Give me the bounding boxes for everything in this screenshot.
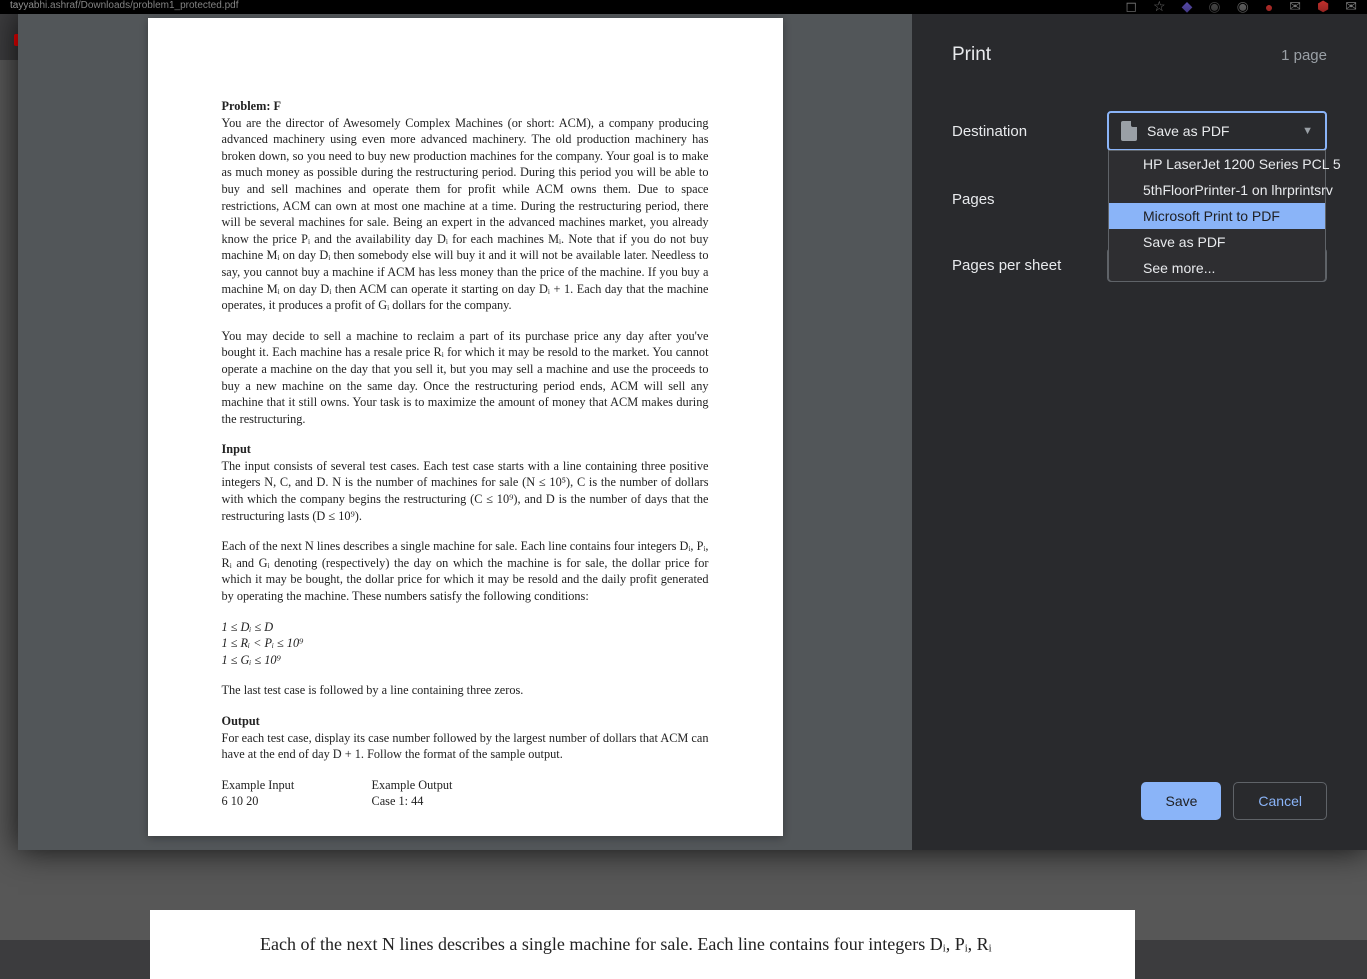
example-output: Case 1: 44 xyxy=(372,793,522,810)
output-header: Output xyxy=(222,713,709,730)
destination-dropdown[interactable]: Save as PDF ▼ HP LaserJet 1200 Series PC… xyxy=(1107,111,1327,151)
destination-option-1[interactable]: 5thFloorPrinter-1 on lhrprintsrv xyxy=(1109,177,1325,203)
print-title: Print xyxy=(952,44,991,66)
tray-icon-4: ● xyxy=(1265,0,1273,15)
input-header: Input xyxy=(222,441,709,458)
constraint2: 1 ≤ Rᵢ < Pᵢ ≤ 10⁹ xyxy=(222,635,709,652)
output-para: For each test case, display its case num… xyxy=(222,730,709,763)
destination-label: Destination xyxy=(952,123,1107,140)
pdf-icon xyxy=(1121,121,1137,141)
example-output-label: Example Output xyxy=(372,777,522,794)
bookmark-icon: ☆ xyxy=(1153,0,1166,15)
tray-icon-2: ◉ xyxy=(1208,0,1220,15)
pages-per-sheet-label: Pages per sheet xyxy=(952,257,1107,274)
example-input: 6 10 20 xyxy=(222,793,372,810)
tray-icon-6: ⬢ xyxy=(1317,0,1329,15)
print-dialog: Problem: F You are the director of Aweso… xyxy=(18,14,1367,850)
destination-value: Save as PDF xyxy=(1147,123,1229,139)
save-button[interactable]: Save xyxy=(1141,782,1221,820)
tray-icon-3: ◉ xyxy=(1237,0,1249,15)
underlying-pdf-page: Each of the next N lines describes a sin… xyxy=(150,910,1135,979)
print-preview-panel: Problem: F You are the director of Aweso… xyxy=(18,14,912,850)
destination-option-2[interactable]: Microsoft Print to PDF xyxy=(1109,203,1325,229)
destination-option-4[interactable]: See more... xyxy=(1109,255,1325,281)
destination-option-0[interactable]: HP LaserJet 1200 Series PCL 5 xyxy=(1109,151,1325,177)
chevron-down-icon: ▼ xyxy=(1302,125,1313,137)
print-settings-panel: Print 1 page Destination Save as PDF ▼ H… xyxy=(912,14,1367,850)
constraint1: 1 ≤ Dᵢ ≤ D xyxy=(222,619,709,636)
window-icon: ◻ xyxy=(1125,0,1137,15)
input-end: The last test case is followed by a line… xyxy=(222,682,709,699)
cancel-button[interactable]: Cancel xyxy=(1233,782,1327,820)
example-input-label: Example Input xyxy=(222,777,372,794)
browser-top-right-icons: ◻ ☆ ◆ ◉ ◉ ● ✉ ⬢ ✉ xyxy=(1125,0,1357,15)
page-count: 1 page xyxy=(1281,47,1327,64)
doc-para1: You are the director of Awesomely Comple… xyxy=(222,115,709,314)
input-para2: Each of the next N lines describes a sin… xyxy=(222,538,709,604)
pages-label: Pages xyxy=(952,191,1107,208)
problem-header: Problem: F xyxy=(222,98,709,115)
tray-icon-7: ✉ xyxy=(1345,0,1357,15)
doc-para2: You may decide to sell a machine to recl… xyxy=(222,328,709,428)
document-preview: Problem: F You are the director of Aweso… xyxy=(148,18,783,836)
destination-dropdown-options: HP LaserJet 1200 Series PCL 5 5thFloorPr… xyxy=(1108,150,1326,282)
constraint3: 1 ≤ Gᵢ ≤ 10⁹ xyxy=(222,652,709,669)
browser-path-bar: tayyabhi.ashraf/Downloads/problem1_prote… xyxy=(0,0,1367,14)
tray-icon: ◆ xyxy=(1182,0,1193,15)
input-para1: The input consists of several test cases… xyxy=(222,458,709,524)
tray-icon-5: ✉ xyxy=(1289,0,1301,15)
destination-option-3[interactable]: Save as PDF xyxy=(1109,229,1325,255)
